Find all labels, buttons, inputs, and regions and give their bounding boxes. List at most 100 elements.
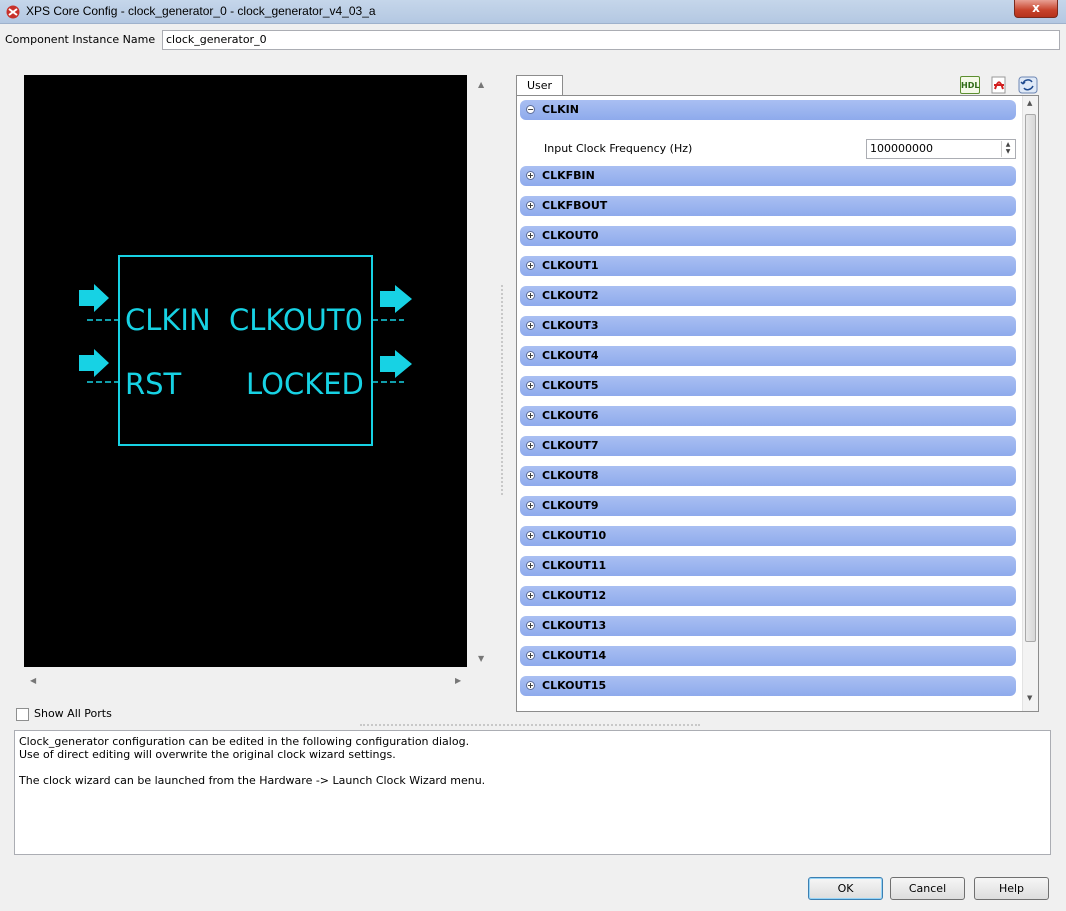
expand-icon[interactable]: + bbox=[526, 411, 535, 420]
expand-icon[interactable]: + bbox=[526, 321, 535, 330]
core-symbol-preview: CLKIN RST CLKOUT0 LOCKED bbox=[24, 75, 467, 667]
expand-icon[interactable]: + bbox=[526, 621, 535, 630]
group-label: CLKOUT14 bbox=[542, 649, 607, 662]
group-header-clkout2[interactable]: + CLKOUT2 bbox=[520, 286, 1016, 306]
group-label: CLKFBOUT bbox=[542, 199, 608, 212]
description-line: Clock_generator configuration can be edi… bbox=[19, 735, 470, 748]
group-label: CLKOUT0 bbox=[542, 229, 599, 242]
parameter-panel: − CLKIN + CLKFBIN + CLKFBOUT + CLKOUT0 + CLKOUT1 +… bbox=[516, 95, 1039, 712]
parameter-scrollbar[interactable]: ▲ ▼ bbox=[1022, 96, 1038, 711]
group-label: CLKOUT10 bbox=[542, 529, 607, 542]
expand-icon[interactable]: + bbox=[526, 351, 535, 360]
group-header-clkout1[interactable]: + CLKOUT1 bbox=[520, 256, 1016, 276]
group-header-clkout12[interactable]: + CLKOUT12 bbox=[520, 586, 1016, 606]
locked-arrow-icon bbox=[380, 350, 412, 378]
group-header-clkout5[interactable]: + CLKOUT5 bbox=[520, 376, 1016, 396]
port-label-rst: RST bbox=[125, 367, 182, 401]
show-all-ports-checkbox[interactable] bbox=[16, 708, 29, 721]
hdl-icon[interactable]: HDL bbox=[960, 76, 980, 94]
group-label: CLKOUT6 bbox=[542, 409, 599, 422]
restore-defaults-icon[interactable] bbox=[1018, 76, 1038, 94]
group-label: CLKOUT2 bbox=[542, 289, 599, 302]
description-splitter-handle[interactable] bbox=[360, 724, 700, 726]
group-header-clkout13[interactable]: + CLKOUT13 bbox=[520, 616, 1016, 636]
group-header-clkout3[interactable]: + CLKOUT3 bbox=[520, 316, 1016, 336]
xilinx-logo-icon bbox=[6, 5, 20, 19]
expand-icon[interactable]: + bbox=[526, 591, 535, 600]
expand-icon[interactable]: + bbox=[526, 471, 535, 480]
tab-user[interactable]: User bbox=[516, 75, 563, 96]
group-header-clkout10[interactable]: + CLKOUT10 bbox=[520, 526, 1016, 546]
group-header-clkout8[interactable]: + CLKOUT8 bbox=[520, 466, 1016, 486]
group-label: CLKOUT5 bbox=[542, 379, 599, 392]
port-label-clkout0: CLKOUT0 bbox=[229, 303, 364, 337]
group-header-clkfbout[interactable]: + CLKFBOUT bbox=[520, 196, 1016, 216]
expand-icon[interactable]: + bbox=[526, 291, 535, 300]
expand-icon[interactable]: + bbox=[526, 531, 535, 540]
expand-icon[interactable]: + bbox=[526, 441, 535, 450]
expand-icon[interactable]: + bbox=[526, 261, 535, 270]
scrollbar-thumb[interactable] bbox=[1025, 114, 1036, 642]
group-header-clkout11[interactable]: + CLKOUT11 bbox=[520, 556, 1016, 576]
group-header-clkin[interactable]: − CLKIN bbox=[520, 100, 1016, 120]
preview-scroll-left-icon[interactable]: ◀ bbox=[30, 676, 36, 685]
panel-splitter-handle[interactable] bbox=[501, 285, 503, 495]
close-button[interactable]: x bbox=[1014, 0, 1058, 18]
group-label: CLKOUT1 bbox=[542, 259, 599, 272]
description-text-area: Clock_generator configuration can be edi… bbox=[14, 730, 1051, 855]
rst-arrow-icon bbox=[79, 349, 109, 377]
group-header-clkfbin[interactable]: + CLKFBIN bbox=[520, 166, 1016, 186]
group-label: CLKOUT4 bbox=[542, 349, 599, 362]
description-line: The clock wizard can be launched from th… bbox=[19, 774, 486, 787]
clkout0-arrow-icon bbox=[380, 285, 412, 313]
expand-icon[interactable]: + bbox=[526, 171, 535, 180]
group-label: CLKOUT13 bbox=[542, 619, 607, 632]
collapse-icon[interactable]: − bbox=[526, 105, 535, 114]
expand-icon[interactable]: + bbox=[526, 651, 535, 660]
group-label: CLKOUT8 bbox=[542, 469, 599, 482]
group-label: CLKOUT9 bbox=[542, 499, 599, 512]
group-label: CLKOUT3 bbox=[542, 319, 599, 332]
description-line: Use of direct editing will overwrite the… bbox=[19, 748, 396, 761]
window-title: XPS Core Config - clock_generator_0 - cl… bbox=[26, 4, 376, 18]
group-label: CLKOUT7 bbox=[542, 439, 599, 452]
group-header-clkout15[interactable]: + CLKOUT15 bbox=[520, 676, 1016, 696]
group-label: CLKOUT15 bbox=[542, 679, 607, 692]
group-header-clkout6[interactable]: + CLKOUT6 bbox=[520, 406, 1016, 426]
cancel-button[interactable]: Cancel bbox=[890, 877, 965, 900]
ok-button[interactable]: OK bbox=[808, 877, 883, 900]
title-bar[interactable]: XPS Core Config - clock_generator_0 - cl… bbox=[0, 0, 1066, 24]
frequency-spinner[interactable]: ▲ ▼ bbox=[1001, 141, 1014, 157]
group-header-clkout7[interactable]: + CLKOUT7 bbox=[520, 436, 1016, 456]
group-label: CLKOUT12 bbox=[542, 589, 607, 602]
scroll-up-icon[interactable]: ▲ bbox=[1027, 99, 1032, 107]
group-header-clkout4[interactable]: + CLKOUT4 bbox=[520, 346, 1016, 366]
expand-icon[interactable]: + bbox=[526, 381, 535, 390]
input-clock-frequency-value: 100000000 bbox=[870, 142, 933, 155]
group-header-clkout0[interactable]: + CLKOUT0 bbox=[520, 226, 1016, 246]
port-label-clkin: CLKIN bbox=[125, 303, 211, 337]
expand-icon[interactable]: + bbox=[526, 501, 535, 510]
group-header-clkout14[interactable]: + CLKOUT14 bbox=[520, 646, 1016, 666]
expand-icon[interactable]: + bbox=[526, 201, 535, 210]
preview-scroll-down-icon[interactable]: ▼ bbox=[478, 654, 484, 663]
input-clock-frequency-input[interactable]: 100000000 ▲ ▼ bbox=[866, 139, 1016, 159]
instance-name-input[interactable]: clock_generator_0 bbox=[162, 30, 1060, 50]
description-line bbox=[19, 761, 1046, 774]
scroll-down-icon[interactable]: ▼ bbox=[1027, 694, 1032, 702]
instance-name-label: Component Instance Name bbox=[5, 33, 156, 46]
preview-scroll-right-icon[interactable]: ▶ bbox=[455, 676, 461, 685]
expand-icon[interactable]: + bbox=[526, 681, 535, 690]
expand-icon[interactable]: + bbox=[526, 561, 535, 570]
show-all-ports-label: Show All Ports bbox=[34, 707, 112, 720]
port-label-locked: LOCKED bbox=[246, 367, 364, 401]
expand-icon[interactable]: + bbox=[526, 231, 535, 240]
pdf-datasheet-icon[interactable] bbox=[989, 76, 1009, 94]
core-block-outline bbox=[118, 255, 373, 446]
group-header-clkout9[interactable]: + CLKOUT9 bbox=[520, 496, 1016, 516]
help-button[interactable]: Help bbox=[974, 877, 1049, 900]
group-label: CLKFBIN bbox=[542, 169, 595, 182]
group-label: CLKIN bbox=[542, 103, 579, 116]
preview-scroll-up-icon[interactable]: ▲ bbox=[478, 80, 484, 89]
clkin-arrow-icon bbox=[79, 284, 109, 312]
